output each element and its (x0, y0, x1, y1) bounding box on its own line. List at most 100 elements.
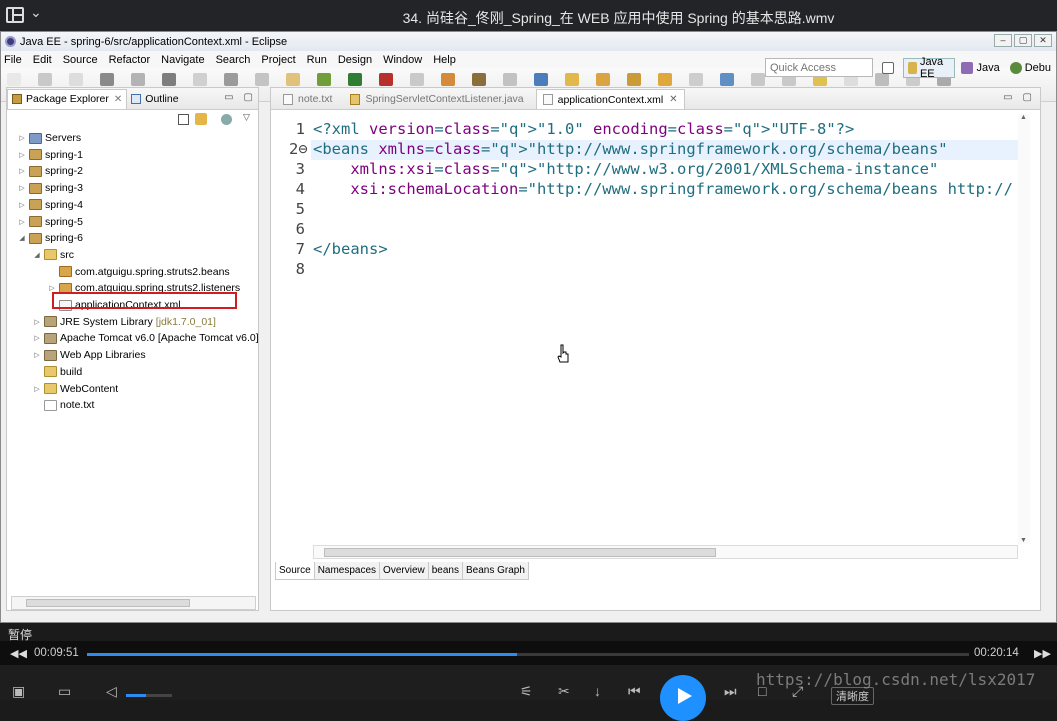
toolbar-icon[interactable] (224, 73, 238, 86)
menu-item-edit[interactable]: Edit (33, 54, 52, 66)
menu-item-source[interactable]: Source (63, 54, 98, 66)
tree-item[interactable]: ▷ spring-5 (17, 214, 83, 230)
expand-toggle-icon[interactable]: ▷ (17, 218, 27, 226)
volume-icon[interactable]: ◁ (106, 683, 117, 700)
tree-item[interactable]: ▷ Apache Tomcat v6.0 [Apache Tomcat v6.0] (32, 330, 258, 346)
toolbar-icon[interactable] (379, 73, 393, 86)
toolbar-icon[interactable] (100, 73, 114, 86)
toolbar-icon[interactable] (193, 73, 207, 86)
close-button[interactable]: ✕ (1034, 34, 1052, 47)
menu-item-help[interactable]: Help (433, 54, 456, 66)
menu-item-design[interactable]: Design (338, 54, 372, 66)
toolbar-icon[interactable] (410, 73, 424, 86)
folder-icon[interactable]: ▭ (58, 683, 71, 700)
editor-bottom-tab-beans-graph[interactable]: Beans Graph (461, 562, 529, 580)
download-icon[interactable]: ↓ (594, 683, 601, 699)
expand-toggle-icon[interactable]: ▷ (17, 201, 27, 209)
expand-toggle-icon[interactable]: ▷ (17, 151, 27, 159)
toolbar-icon[interactable] (565, 73, 579, 86)
expand-toggle-icon[interactable]: ◢ (17, 234, 27, 242)
menu-item-search[interactable]: Search (216, 54, 251, 66)
editor-bottom-tab-source[interactable]: Source (275, 562, 315, 580)
expand-toggle-icon[interactable]: ▷ (32, 318, 42, 326)
scrollbar-thumb[interactable] (26, 599, 190, 607)
expand-toggle-icon[interactable]: ▷ (32, 334, 42, 342)
toolbar-icon[interactable] (472, 73, 486, 86)
play-button[interactable] (660, 675, 706, 721)
editor-tab-listener[interactable]: SpringServletContextListener.java (344, 89, 529, 109)
menu-item-run[interactable]: Run (307, 54, 327, 66)
toolbar-icon[interactable] (751, 73, 765, 86)
editor-bottom-tab-overview[interactable]: Overview (379, 562, 429, 580)
link-with-editor-icon[interactable] (195, 113, 207, 125)
fast-forward-icon[interactable]: ▶▶ (1034, 647, 1051, 660)
toolbar-icon[interactable] (596, 73, 610, 86)
expand-toggle-icon[interactable]: ◢ (32, 251, 42, 259)
toolbar-icon[interactable] (534, 73, 548, 86)
tree-item[interactable]: ▷ WebContent (32, 381, 118, 397)
perspective-debug[interactable]: Debu (1006, 58, 1055, 78)
minimize-view-icon[interactable]: ▭ (224, 92, 233, 103)
toolbar-icon[interactable] (286, 73, 300, 86)
open-perspective-button[interactable] (878, 58, 901, 78)
tree-item[interactable]: ▷ Servers (17, 130, 81, 146)
editor-bottom-tab-beans[interactable]: beans (427, 562, 463, 580)
view-menu-icon[interactable]: ▽ (243, 112, 250, 123)
tree-item[interactable]: com.atguigu.spring.struts2.beans (47, 264, 230, 280)
quick-access-input[interactable] (765, 58, 873, 77)
minimize-editor-icon[interactable]: ▭ (1003, 92, 1012, 103)
expand-toggle-icon[interactable]: ▷ (32, 351, 42, 359)
scroll-down-icon[interactable]: ▼ (1020, 537, 1027, 544)
tree-item[interactable]: build (32, 364, 82, 380)
expand-toggle-icon[interactable]: ▷ (17, 134, 27, 142)
toolbar-icon[interactable] (441, 73, 455, 86)
expand-toggle-icon[interactable]: ▷ (17, 167, 27, 175)
toolbar-icon[interactable] (503, 73, 517, 86)
menu-item-window[interactable]: Window (383, 54, 422, 66)
tree-item[interactable]: ▷ spring-3 (17, 180, 83, 196)
editor-tab-applicationcontext[interactable]: applicationContext.xml ✕ (535, 89, 685, 109)
tree-item[interactable]: note.txt (32, 397, 94, 413)
rewind-icon[interactable]: ◀◀ (10, 647, 27, 660)
toolbar-icon[interactable] (7, 73, 21, 86)
next-icon[interactable]: ⏭ (724, 683, 737, 700)
editor-tab-note[interactable]: note.txt (277, 89, 338, 109)
tree-item[interactable]: ▷ spring-2 (17, 163, 83, 179)
menu-item-navigate[interactable]: Navigate (161, 54, 204, 66)
tab-package-explorer[interactable]: Package Explorer ✕ (7, 88, 128, 109)
vertical-scrollbar[interactable]: ▲ ▼ (1018, 114, 1030, 544)
toolbar-icon[interactable] (689, 73, 703, 86)
seek-bar[interactable] (87, 653, 969, 656)
tree-item[interactable]: ▷ Web App Libraries (32, 347, 145, 363)
settings-icon[interactable]: ⚟ (520, 683, 533, 700)
previous-icon[interactable]: ⏮ (628, 683, 641, 700)
toolbar-icon[interactable] (658, 73, 672, 86)
menu-item-refactor[interactable]: Refactor (109, 54, 151, 66)
open-file-icon[interactable]: ▣ (12, 683, 25, 700)
focus-icon[interactable] (221, 114, 232, 125)
toolbar-icon[interactable] (348, 73, 362, 86)
scroll-up-icon[interactable]: ▲ (1020, 114, 1027, 121)
expand-toggle-icon[interactable]: ▷ (17, 184, 27, 192)
tree-item[interactable]: ▷ spring-1 (17, 147, 83, 163)
menu-item-file[interactable]: File (4, 54, 22, 66)
close-icon[interactable]: ✕ (114, 94, 122, 105)
maximize-view-icon[interactable]: ▢ (244, 92, 253, 103)
tree-item[interactable]: ◢ src (32, 247, 74, 263)
toolbar-icon[interactable] (627, 73, 641, 86)
tab-outline[interactable]: Outline (127, 89, 182, 109)
toolbar-icon[interactable] (69, 73, 83, 86)
maximize-button[interactable]: ▢ (1014, 34, 1032, 47)
expand-toggle-icon[interactable]: ▷ (32, 385, 42, 393)
maximize-editor-icon[interactable]: ▢ (1023, 92, 1032, 103)
toolbar-icon[interactable] (720, 73, 734, 86)
tree-item[interactable]: ◢ spring-6 (17, 230, 83, 246)
horizontal-scrollbar[interactable] (11, 596, 256, 610)
tree-item[interactable]: ▷ spring-4 (17, 197, 83, 213)
toolbar-icon[interactable] (131, 73, 145, 86)
menu-item-project[interactable]: Project (261, 54, 295, 66)
volume-slider[interactable] (126, 694, 172, 697)
toolbar-icon[interactable] (255, 73, 269, 86)
close-icon[interactable]: ✕ (669, 94, 677, 105)
toolbar-icon[interactable] (38, 73, 52, 86)
